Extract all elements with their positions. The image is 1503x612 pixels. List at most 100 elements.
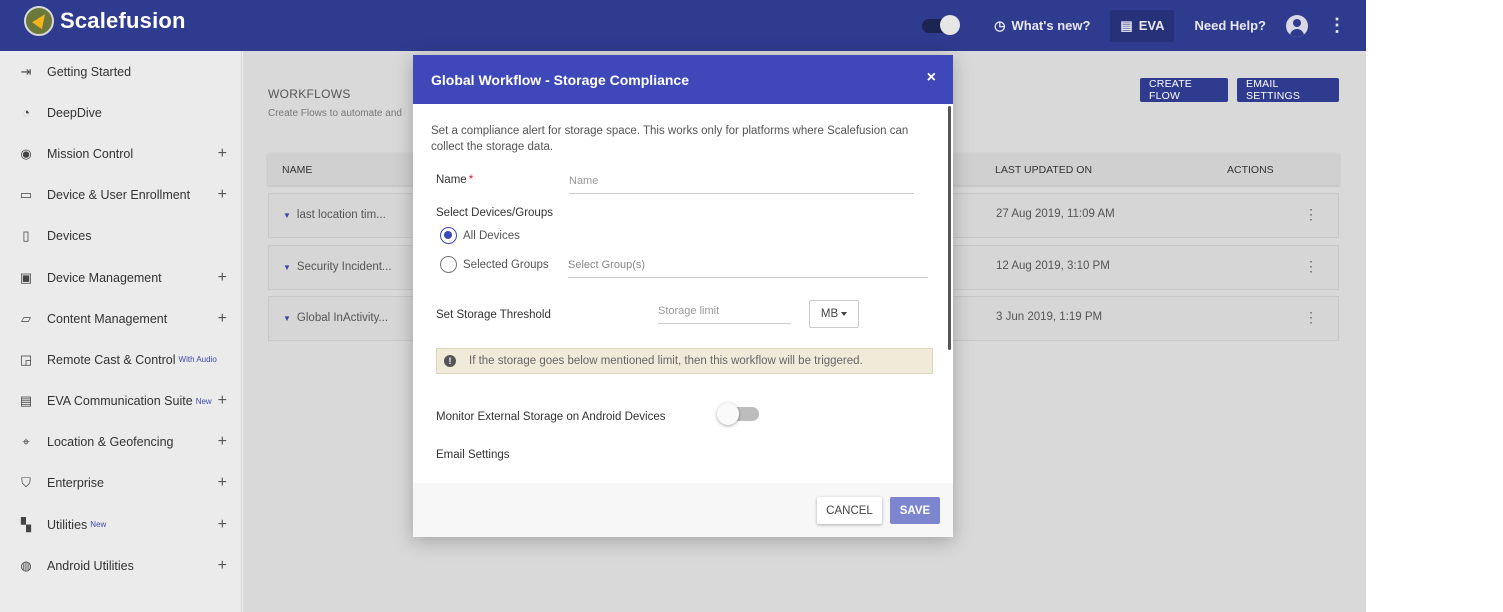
sidebar-item-location[interactable]: ⌖ Location & Geofencing + xyxy=(0,422,241,463)
expand-caret-icon[interactable]: ▼ xyxy=(283,314,291,323)
eva-button[interactable]: ▤ EVA xyxy=(1110,9,1175,42)
unit-dropdown[interactable]: MB xyxy=(809,300,859,328)
expand-plus-icon[interactable]: + xyxy=(218,516,227,534)
shield-icon: ⛉ xyxy=(21,475,31,491)
sidebar-item-label: Utilities xyxy=(47,517,88,532)
sidebar-item-eva-suite[interactable]: ▤ EVA Communication Suite New + xyxy=(0,381,241,422)
row-name-cell: ▼ last location tim... xyxy=(283,209,386,221)
devices-icon: ▭ xyxy=(19,187,33,203)
sidebar-item-label: Enterprise xyxy=(47,476,104,491)
sidebar-item-label: Device Management xyxy=(47,270,162,285)
cancel-button[interactable]: CANCEL xyxy=(817,497,882,524)
sidebar-item-label: Location & Geofencing xyxy=(47,435,174,450)
expand-plus-icon[interactable]: + xyxy=(218,392,227,410)
sidebar-item-label: Devices xyxy=(47,229,92,244)
row-actions-icon[interactable]: ⋮ xyxy=(1304,258,1318,275)
sign-in-icon: ⇥ xyxy=(20,63,32,79)
eva-label: EVA xyxy=(1138,18,1165,33)
sidebar-item-label: EVA Communication Suite xyxy=(47,394,193,409)
sidebar: ⇥ Getting Started ◔ DeepDive ◉ Mission C… xyxy=(0,51,242,612)
save-button[interactable]: SAVE xyxy=(890,497,940,524)
need-help-button[interactable]: Need Help? xyxy=(1194,18,1266,33)
close-icon[interactable]: × xyxy=(927,69,936,87)
sidebar-item-label: Getting Started xyxy=(47,64,132,79)
column-name[interactable]: NAME xyxy=(282,164,312,176)
target-icon: ◉ xyxy=(20,145,32,161)
select-groups-dropdown[interactable]: Select Group(s) xyxy=(568,259,928,278)
row-actions-icon[interactable]: ⋮ xyxy=(1304,309,1318,326)
top-bar: Scalefusion ◷ What's new? ▤ EVA Need Hel… xyxy=(0,0,1366,51)
required-mark: * xyxy=(468,174,474,186)
sidebar-item-remote-cast[interactable]: ◲ Remote Cast & Control With Audio xyxy=(0,339,241,380)
expand-caret-icon[interactable]: ▼ xyxy=(283,263,291,272)
sidebar-item-enrollment[interactable]: ▭ Device & User Enrollment + xyxy=(0,175,241,216)
brand-name: Scalefusion xyxy=(60,8,186,33)
badge-new: New xyxy=(195,396,212,406)
brand-logo[interactable]: Scalefusion xyxy=(24,6,186,36)
row-name: Security Incident... xyxy=(296,261,392,273)
email-settings-button[interactable]: EMAIL SETTINGS xyxy=(1237,78,1339,102)
row-name: Global InActivity... xyxy=(296,312,389,324)
select-devices-label: Select Devices/Groups xyxy=(436,207,553,219)
expand-plus-icon[interactable]: + xyxy=(218,269,227,287)
name-input[interactable]: Name xyxy=(569,175,914,194)
info-alert: ! If the storage goes below mentioned li… xyxy=(436,348,933,374)
sidebar-item-devices[interactable]: ▯ Devices xyxy=(0,216,241,257)
expand-plus-icon[interactable]: + xyxy=(218,474,227,492)
android-icon: ◍ xyxy=(20,557,32,573)
column-actions: ACTIONS xyxy=(1227,164,1274,176)
sidebar-item-mission-control[interactable]: ◉ Mission Control + xyxy=(0,133,241,174)
sidebar-item-label: DeepDive xyxy=(47,105,102,120)
dialog-title: Global Workflow - Storage Compliance xyxy=(431,71,689,88)
sidebar-item-label: Device & User Enrollment xyxy=(47,188,191,203)
sidebar-item-content-management[interactable]: ▱ Content Management + xyxy=(0,298,241,339)
expand-plus-icon[interactable]: + xyxy=(218,557,227,575)
sidebar-item-android-utilities[interactable]: ◍ Android Utilities + xyxy=(0,545,241,586)
exclamation-icon: ! xyxy=(444,355,456,367)
monitor-external-label: Monitor External Storage on Android Devi… xyxy=(436,411,666,423)
dialog-body[interactable]: Set a compliance alert for storage space… xyxy=(413,104,953,483)
row-actions-icon[interactable]: ⋮ xyxy=(1304,206,1318,223)
scalefusion-logo-icon xyxy=(24,6,54,36)
all-devices-label[interactable]: All Devices xyxy=(463,230,520,242)
widgets-icon: ▚ xyxy=(21,516,31,532)
column-last-updated[interactable]: LAST UPDATED ON xyxy=(995,164,1092,176)
expand-plus-icon[interactable]: + xyxy=(218,310,227,328)
monitor-external-toggle[interactable] xyxy=(717,403,759,425)
folder-icon: ▱ xyxy=(21,310,31,326)
theme-toggle[interactable] xyxy=(922,14,961,35)
sidebar-item-utilities[interactable]: ▚ Utilities New + xyxy=(0,504,241,545)
storage-limit-input[interactable]: Storage limit xyxy=(658,305,791,324)
sidebar-item-label: Mission Control xyxy=(47,146,134,161)
account-avatar-icon[interactable] xyxy=(1286,14,1308,37)
dialog-scrollbar[interactable] xyxy=(948,106,951,350)
badge-new: New xyxy=(90,520,107,530)
unit-value: MB xyxy=(820,308,839,320)
expand-plus-icon[interactable]: + xyxy=(218,433,227,451)
expand-caret-icon[interactable]: ▼ xyxy=(283,211,291,220)
sidebar-item-label: Content Management xyxy=(47,311,168,326)
row-updated: 27 Aug 2019, 11:09 AM xyxy=(996,208,1115,220)
all-devices-radio[interactable] xyxy=(440,227,457,244)
selected-groups-label[interactable]: Selected Groups xyxy=(463,259,549,271)
expand-plus-icon[interactable]: + xyxy=(218,186,227,204)
dialog-description: Set a compliance alert for storage space… xyxy=(431,125,909,153)
dialog-header: Global Workflow - Storage Compliance × xyxy=(413,55,953,104)
clock-icon: ◷ xyxy=(994,17,1006,33)
sidebar-item-enterprise[interactable]: ⛉ Enterprise + xyxy=(0,463,241,504)
map-pin-icon: ⌖ xyxy=(22,434,30,450)
row-updated: 12 Aug 2019, 3:10 PM xyxy=(996,260,1110,272)
create-flow-button[interactable]: CREATE FLOW xyxy=(1140,78,1228,102)
whats-new-button[interactable]: ◷ What's new? xyxy=(994,18,1090,34)
caret-down-icon xyxy=(841,312,848,316)
sidebar-item-getting-started[interactable]: ⇥ Getting Started xyxy=(0,51,241,92)
email-settings-label: Email Settings xyxy=(436,449,510,461)
sidebar-item-label: Remote Cast & Control xyxy=(47,352,176,367)
phone-icon: ▯ xyxy=(22,228,30,244)
more-menu-icon[interactable]: ⋮ xyxy=(1328,15,1346,36)
expand-plus-icon[interactable]: + xyxy=(218,145,227,163)
selected-groups-radio[interactable] xyxy=(440,256,457,273)
sidebar-item-deepdive[interactable]: ◔ DeepDive xyxy=(0,92,241,133)
message-icon: ▤ xyxy=(1120,17,1133,33)
sidebar-item-device-management[interactable]: ▣ Device Management + xyxy=(0,257,241,298)
